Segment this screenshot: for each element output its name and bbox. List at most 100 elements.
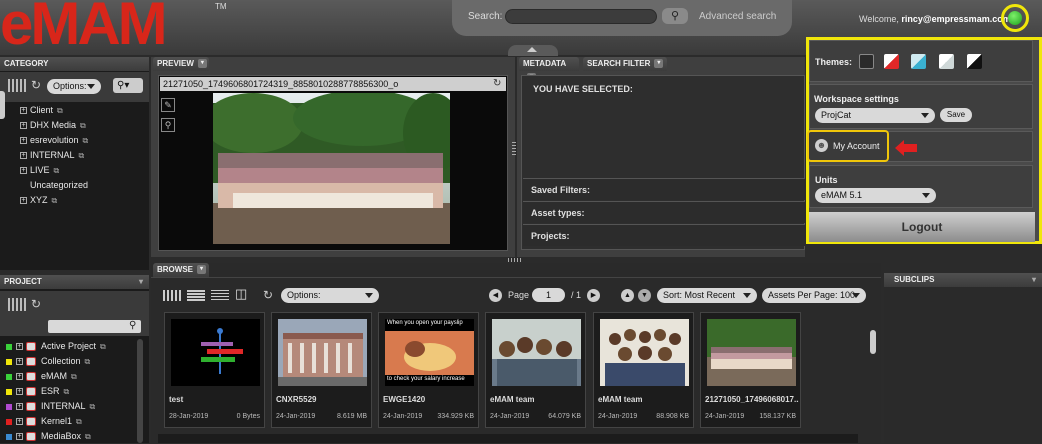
theme-light-swatch[interactable] bbox=[939, 54, 954, 69]
external-link-icon[interactable]: ⧉ bbox=[54, 166, 60, 175]
asset-card[interactable]: eMAM team 24-Jan-2019 88.908 KB bbox=[593, 312, 694, 428]
expand-icon[interactable]: + bbox=[20, 197, 27, 205]
tab-preview[interactable]: PREVIEW ▾ bbox=[153, 57, 209, 71]
external-link-icon[interactable]: ⧉ bbox=[83, 136, 89, 145]
search-icon[interactable]: ⚲ bbox=[129, 320, 136, 331]
expand-icon[interactable]: + bbox=[16, 403, 23, 411]
chevron-down-icon[interactable]: ▾ bbox=[197, 59, 207, 69]
splitter-handle[interactable] bbox=[508, 258, 522, 262]
asset-card[interactable]: eMAM team 24-Jan-2019 64.079 KB bbox=[485, 312, 586, 428]
tab-browse[interactable]: BROWSE ▾ bbox=[153, 263, 209, 277]
browse-options-dropdown[interactable]: Options: bbox=[281, 288, 379, 303]
assets-per-page-dropdown[interactable]: Assets Per Page: 100 bbox=[762, 288, 866, 303]
tree-item-client[interactable]: + Client ⧉ bbox=[20, 103, 88, 118]
tree-item-uncategorized[interactable]: +Uncategorized bbox=[20, 178, 88, 193]
sort-up-button[interactable]: ▲ bbox=[621, 289, 634, 302]
grid-view-icon[interactable] bbox=[8, 298, 28, 311]
external-link-icon[interactable]: ⧉ bbox=[79, 151, 85, 160]
external-link-icon[interactable]: ⧉ bbox=[57, 106, 63, 115]
project-tree-item[interactable]: + INTERNAL ⧉ bbox=[6, 399, 138, 414]
category-options-dropdown[interactable]: Options: bbox=[47, 79, 101, 94]
external-link-icon[interactable]: ⧉ bbox=[90, 402, 96, 411]
tree-item-xyz[interactable]: + XYZ ⧉ bbox=[20, 193, 88, 208]
project-tree-item[interactable]: + Active Project ⧉ bbox=[6, 339, 138, 354]
projects-row[interactable]: Projects: bbox=[523, 224, 805, 246]
browse-scrollbar[interactable] bbox=[870, 330, 876, 354]
theme-blue-swatch[interactable] bbox=[911, 54, 926, 69]
thumbnail-view-icon[interactable] bbox=[163, 290, 181, 301]
panel-collapse-tab[interactable] bbox=[0, 91, 5, 119]
external-link-icon[interactable]: ⧉ bbox=[85, 357, 91, 366]
expand-icon[interactable]: + bbox=[16, 418, 23, 426]
expand-icon[interactable]: + bbox=[20, 167, 27, 175]
expand-icon[interactable]: + bbox=[20, 152, 27, 160]
grid-view-icon[interactable] bbox=[8, 79, 28, 92]
tree-item-esrevolution[interactable]: + esrevolution ⧉ bbox=[20, 133, 88, 148]
save-button[interactable]: Save bbox=[940, 108, 972, 122]
chevron-down-icon[interactable]: ▾ bbox=[197, 265, 206, 275]
external-link-icon[interactable]: ⧉ bbox=[64, 387, 70, 396]
tab-metadata[interactable]: METADATA▾ bbox=[519, 57, 579, 83]
project-search-input[interactable] bbox=[48, 320, 141, 333]
external-link-icon[interactable]: ⧉ bbox=[85, 432, 91, 441]
page-input[interactable]: 1 bbox=[532, 288, 565, 302]
theme-dark-swatch[interactable] bbox=[859, 54, 874, 69]
chevron-down-icon[interactable]: ▾ bbox=[1032, 273, 1036, 287]
asset-card[interactable]: When you open your payslip to check your… bbox=[378, 312, 479, 428]
expand-icon[interactable]: + bbox=[20, 122, 27, 130]
refresh-icon[interactable]: ↻ bbox=[31, 297, 41, 311]
tree-item-live[interactable]: + LIVE ⧉ bbox=[20, 163, 88, 178]
logout-button[interactable]: Logout bbox=[809, 212, 1035, 242]
asset-card[interactable]: 21271050_17496068017... 24-Jan-2019 158.… bbox=[700, 312, 801, 428]
external-link-icon[interactable]: ⧉ bbox=[76, 417, 82, 426]
tree-item-dhx-media[interactable]: + DHX Media ⧉ bbox=[20, 118, 88, 133]
expand-icon[interactable]: + bbox=[16, 433, 23, 441]
tab-search-filter[interactable]: SEARCH FILTER ▾ bbox=[583, 57, 667, 71]
add-icon[interactable]: ◫ bbox=[235, 286, 247, 302]
detail-view-icon[interactable] bbox=[211, 290, 229, 301]
project-tree-item[interactable]: + Collection ⧉ bbox=[6, 354, 138, 369]
zoom-icon[interactable]: ⚲ bbox=[161, 118, 175, 132]
workspace-dropdown[interactable]: ProjCat bbox=[815, 108, 935, 123]
expand-icon[interactable]: + bbox=[16, 358, 23, 366]
sort-down-button[interactable]: ▼ bbox=[638, 289, 651, 302]
prev-page-button[interactable]: ◀ bbox=[489, 289, 502, 302]
expand-icon[interactable]: + bbox=[16, 343, 23, 351]
external-link-icon[interactable]: ⧉ bbox=[100, 342, 106, 351]
saved-filters-row[interactable]: Saved Filters: bbox=[523, 178, 805, 200]
user-status-button[interactable] bbox=[1008, 11, 1022, 25]
edit-icon[interactable]: ✎ bbox=[161, 98, 175, 112]
theme-black-swatch[interactable] bbox=[967, 54, 982, 69]
external-link-icon[interactable]: ⧉ bbox=[71, 372, 77, 381]
splitter-handle[interactable] bbox=[512, 142, 516, 156]
search-input[interactable] bbox=[505, 9, 657, 24]
project-tree-item[interactable]: + Kernel1 ⧉ bbox=[6, 414, 138, 429]
asset-card[interactable]: test 28-Jan-2019 0 Bytes bbox=[164, 312, 265, 428]
scrollbar[interactable] bbox=[137, 339, 143, 443]
expand-icon[interactable]: + bbox=[20, 137, 27, 145]
next-page-button[interactable]: ▶ bbox=[587, 289, 600, 302]
project-tree-item[interactable]: + eMAM ⧉ bbox=[6, 369, 138, 384]
units-dropdown[interactable]: eMAM 5.1 bbox=[815, 188, 936, 203]
external-link-icon[interactable]: ⧉ bbox=[52, 196, 58, 205]
expand-icon[interactable]: + bbox=[16, 373, 23, 381]
theme-red-swatch[interactable] bbox=[884, 54, 899, 69]
my-account-button[interactable]: ☻ My Account bbox=[807, 130, 889, 162]
refresh-icon[interactable]: ↻ bbox=[31, 78, 41, 92]
expand-icon[interactable]: + bbox=[20, 107, 27, 115]
refresh-icon[interactable]: ↻ bbox=[493, 78, 501, 89]
advanced-search-link[interactable]: Advanced search bbox=[699, 11, 776, 22]
project-tree-item[interactable]: + ESR ⧉ bbox=[6, 384, 138, 399]
asset-types-row[interactable]: Asset types: bbox=[523, 201, 805, 223]
expand-icon[interactable]: + bbox=[16, 388, 23, 396]
collapse-handle[interactable] bbox=[508, 45, 558, 56]
category-search-button[interactable]: ⚲▾ bbox=[113, 78, 143, 93]
tree-item-internal[interactable]: + INTERNAL ⧉ bbox=[20, 148, 88, 163]
external-link-icon[interactable]: ⧉ bbox=[80, 121, 86, 130]
list-view-icon[interactable] bbox=[187, 290, 205, 301]
search-button[interactable]: ⚲ bbox=[662, 8, 688, 24]
refresh-icon[interactable]: ↻ bbox=[263, 288, 273, 302]
chevron-down-icon[interactable]: ▾ bbox=[139, 275, 143, 289]
asset-card[interactable]: CNXR5529 24-Jan-2019 8.619 MB bbox=[271, 312, 372, 428]
chevron-down-icon[interactable]: ▾ bbox=[654, 59, 664, 69]
